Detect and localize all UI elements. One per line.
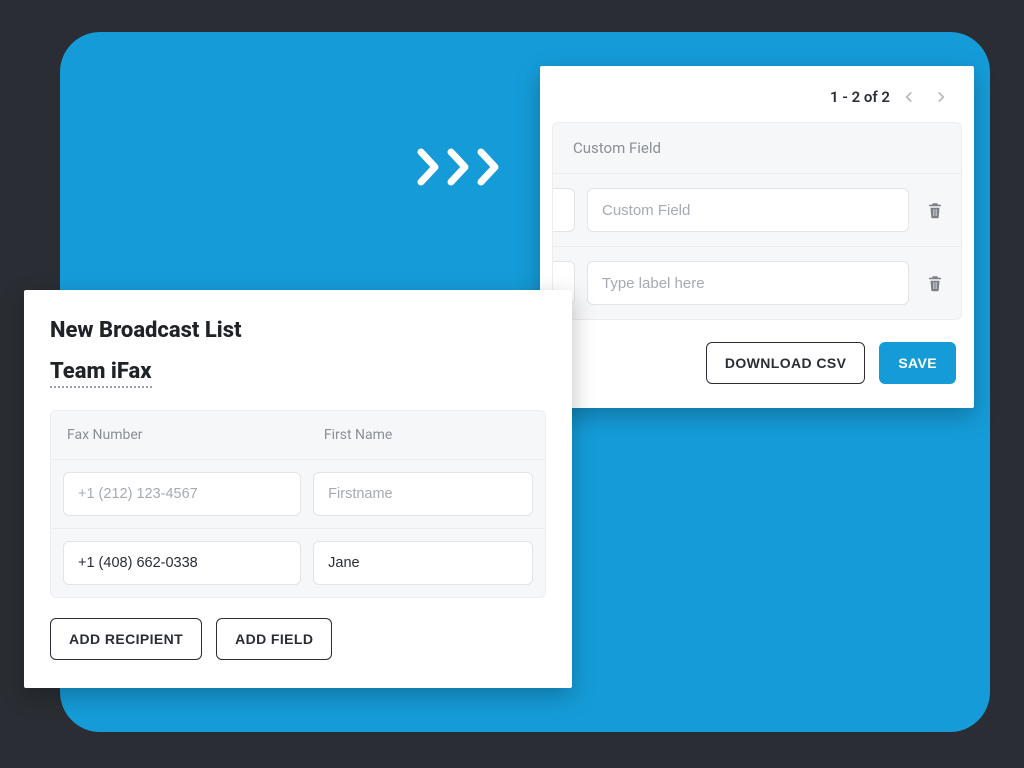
custom-field-input[interactable]	[587, 188, 909, 232]
save-button[interactable]: SAVE	[879, 342, 956, 384]
first-name-input[interactable]	[313, 472, 533, 516]
custom-field-panel: 1 - 2 of 2 Custom Field DOWNLOAD CSV SAV…	[540, 66, 974, 408]
column-header-fax: Fax Number	[51, 411, 308, 459]
add-field-button[interactable]: ADD FIELD	[216, 618, 332, 660]
column-header-first-name: First Name	[308, 411, 545, 459]
custom-field-actions: DOWNLOAD CSV SAVE	[540, 320, 974, 384]
table-header: Fax Number First Name	[51, 411, 545, 459]
broadcast-list-panel: New Broadcast List Team iFax Fax Number …	[24, 290, 572, 688]
trash-icon	[926, 200, 944, 220]
delete-row-button[interactable]	[921, 200, 949, 220]
download-csv-button[interactable]: DOWNLOAD CSV	[706, 342, 865, 384]
broadcast-actions: ADD RECIPIENT ADD FIELD	[50, 618, 546, 660]
custom-field-input[interactable]	[587, 261, 909, 305]
delete-row-button[interactable]	[921, 273, 949, 293]
arrow-decoration	[415, 148, 503, 186]
chevron-right-icon	[934, 90, 948, 104]
custom-field-row	[552, 174, 962, 247]
table-row	[51, 459, 545, 528]
table-row	[51, 528, 545, 597]
pagination-next-button[interactable]	[928, 84, 954, 110]
pagination-text: 1 - 2 of 2	[830, 88, 890, 106]
custom-field-column-header: Custom Field	[552, 122, 962, 174]
trash-icon	[926, 273, 944, 293]
fax-number-input[interactable]	[63, 541, 301, 585]
recipient-table: Fax Number First Name	[50, 410, 546, 598]
add-recipient-button[interactable]: ADD RECIPIENT	[50, 618, 202, 660]
team-name-field[interactable]: Team iFax	[50, 359, 152, 388]
pagination: 1 - 2 of 2	[540, 66, 974, 122]
first-name-input[interactable]	[313, 541, 533, 585]
pagination-prev-button[interactable]	[896, 84, 922, 110]
row-stub	[553, 188, 575, 232]
chevron-left-icon	[902, 90, 916, 104]
panel-title: New Broadcast List	[50, 318, 546, 343]
custom-field-row	[552, 247, 962, 320]
fax-number-input[interactable]	[63, 472, 301, 516]
